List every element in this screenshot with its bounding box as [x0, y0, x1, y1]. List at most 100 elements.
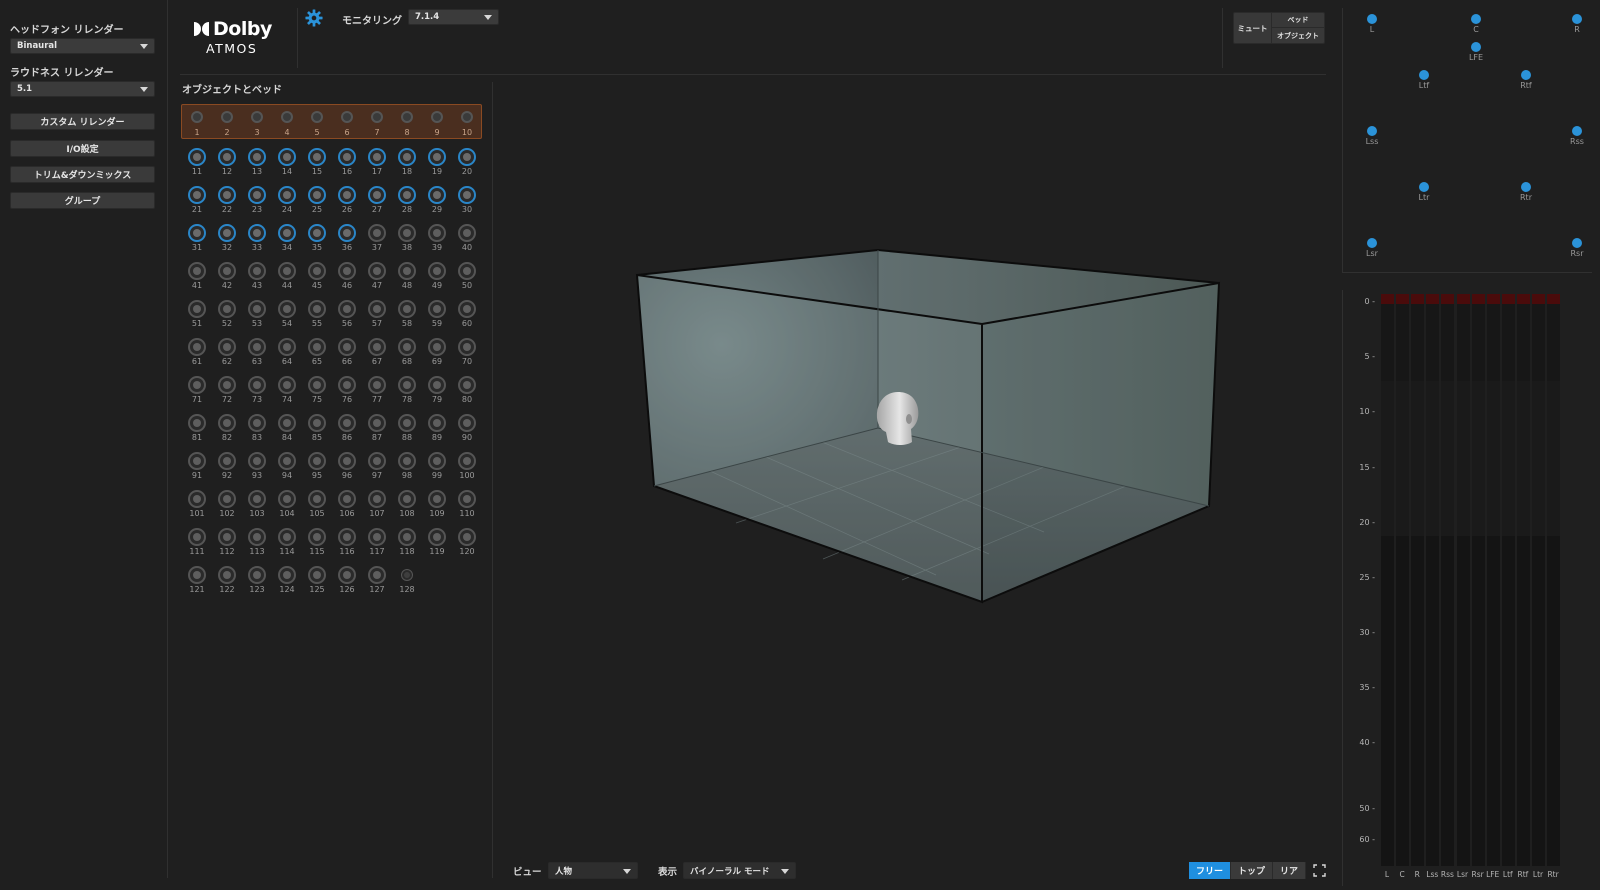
bed-channel[interactable]: 3 — [242, 105, 272, 143]
speaker-rsr[interactable]: Rsr — [1562, 238, 1592, 262]
object-channel[interactable]: 64 — [272, 334, 302, 372]
object-channel[interactable]: 79 — [422, 372, 452, 410]
object-channel[interactable]: 125 — [302, 562, 332, 600]
object-channel[interactable]: 36 — [332, 220, 362, 258]
object-channel[interactable]: 84 — [272, 410, 302, 448]
object-channel[interactable]: 87 — [362, 410, 392, 448]
object-channel[interactable]: 51 — [182, 296, 212, 334]
object-channel[interactable]: 49 — [422, 258, 452, 296]
object-channel[interactable]: 54 — [272, 296, 302, 334]
speaker-lsr[interactable]: Lsr — [1357, 238, 1387, 262]
object-channel[interactable]: 67 — [362, 334, 392, 372]
bed-channel[interactable]: 9 — [422, 105, 452, 143]
object-channel[interactable]: 81 — [182, 410, 212, 448]
object-channel[interactable]: 69 — [422, 334, 452, 372]
bed-channel[interactable]: 10 — [452, 105, 482, 143]
gear-icon[interactable] — [305, 9, 323, 27]
object-channel[interactable]: 122 — [212, 562, 242, 600]
object-channel[interactable]: 62 — [212, 334, 242, 372]
bed-channel[interactable]: 7 — [362, 105, 392, 143]
object-channel[interactable]: 102 — [212, 486, 242, 524]
object-channel[interactable]: 47 — [362, 258, 392, 296]
object-channel[interactable]: 59 — [422, 296, 452, 334]
object-channel[interactable]: 107 — [362, 486, 392, 524]
room-3d-view[interactable] — [496, 80, 1326, 840]
speaker-c[interactable]: C — [1461, 14, 1491, 38]
object-channel[interactable]: 110 — [452, 486, 482, 524]
object-channel[interactable]: 101 — [182, 486, 212, 524]
object-channel[interactable]: 128 — [392, 562, 422, 600]
object-channel[interactable]: 16 — [332, 144, 362, 182]
object-channel[interactable]: 13 — [242, 144, 272, 182]
object-channel[interactable]: 29 — [422, 182, 452, 220]
mute-button[interactable]: ミュート — [1234, 13, 1272, 43]
object-channel[interactable]: 28 — [392, 182, 422, 220]
object-channel[interactable]: 76 — [332, 372, 362, 410]
object-channel[interactable]: 21 — [182, 182, 212, 220]
object-channel[interactable]: 80 — [452, 372, 482, 410]
object-channel[interactable]: 31 — [182, 220, 212, 258]
object-channel[interactable]: 11 — [182, 144, 212, 182]
object-channel[interactable]: 121 — [182, 562, 212, 600]
groups-button[interactable]: グループ — [10, 192, 155, 209]
custom-renderer-button[interactable]: カスタム リレンダー — [10, 113, 155, 130]
object-channel[interactable]: 20 — [452, 144, 482, 182]
object-channel[interactable]: 78 — [392, 372, 422, 410]
object-channel[interactable]: 50 — [452, 258, 482, 296]
object-channel[interactable]: 46 — [332, 258, 362, 296]
object-channel[interactable]: 127 — [362, 562, 392, 600]
object-channel[interactable]: 17 — [362, 144, 392, 182]
speaker-ltf[interactable]: Ltf — [1409, 70, 1439, 94]
object-channel[interactable]: 27 — [362, 182, 392, 220]
object-channel[interactable]: 109 — [422, 486, 452, 524]
fullscreen-icon[interactable] — [1313, 864, 1326, 877]
object-channel[interactable]: 104 — [272, 486, 302, 524]
object-channel[interactable]: 103 — [242, 486, 272, 524]
object-channel[interactable]: 74 — [272, 372, 302, 410]
object-channel[interactable]: 108 — [392, 486, 422, 524]
object-channel[interactable]: 38 — [392, 220, 422, 258]
object-channel[interactable]: 94 — [272, 448, 302, 486]
object-channel[interactable]: 83 — [242, 410, 272, 448]
camera-rear-button[interactable]: リア — [1273, 862, 1307, 879]
monitoring-select[interactable]: 7.1.4 — [408, 9, 499, 25]
object-channel[interactable]: 58 — [392, 296, 422, 334]
object-channel[interactable]: 65 — [302, 334, 332, 372]
object-channel[interactable]: 12 — [212, 144, 242, 182]
object-channel[interactable]: 89 — [422, 410, 452, 448]
object-channel[interactable]: 119 — [422, 524, 452, 562]
object-channel[interactable]: 48 — [392, 258, 422, 296]
object-channel[interactable]: 15 — [302, 144, 332, 182]
object-channel[interactable]: 118 — [392, 524, 422, 562]
camera-top-button[interactable]: トップ — [1231, 862, 1274, 879]
bed-channel[interactable]: 5 — [302, 105, 332, 143]
object-channel[interactable]: 61 — [182, 334, 212, 372]
object-channel[interactable]: 90 — [452, 410, 482, 448]
object-channel[interactable]: 115 — [302, 524, 332, 562]
io-settings-button[interactable]: I/O設定 — [10, 140, 155, 157]
object-channel[interactable]: 42 — [212, 258, 242, 296]
object-channel[interactable]: 14 — [272, 144, 302, 182]
object-channel[interactable]: 43 — [242, 258, 272, 296]
object-channel[interactable]: 44 — [272, 258, 302, 296]
speaker-lfe[interactable]: LFE — [1461, 42, 1491, 66]
object-channel[interactable]: 70 — [452, 334, 482, 372]
speaker-lss[interactable]: Lss — [1357, 126, 1387, 150]
speaker-rtf[interactable]: Rtf — [1511, 70, 1541, 94]
object-channel[interactable]: 34 — [272, 220, 302, 258]
object-channel[interactable]: 92 — [212, 448, 242, 486]
object-channel[interactable]: 33 — [242, 220, 272, 258]
object-channel[interactable]: 97 — [362, 448, 392, 486]
object-channel[interactable]: 37 — [362, 220, 392, 258]
object-channel[interactable]: 72 — [212, 372, 242, 410]
object-channel[interactable]: 85 — [302, 410, 332, 448]
object-channel[interactable]: 124 — [272, 562, 302, 600]
object-channel[interactable]: 73 — [242, 372, 272, 410]
object-channel[interactable]: 114 — [272, 524, 302, 562]
speaker-rss[interactable]: Rss — [1562, 126, 1592, 150]
mute-bed-button[interactable]: ベッド — [1272, 13, 1324, 28]
mute-object-button[interactable]: オブジェクト — [1272, 28, 1324, 43]
view-select[interactable]: 人物 — [548, 862, 638, 879]
object-channel[interactable]: 116 — [332, 524, 362, 562]
speaker-l[interactable]: L — [1357, 14, 1387, 38]
